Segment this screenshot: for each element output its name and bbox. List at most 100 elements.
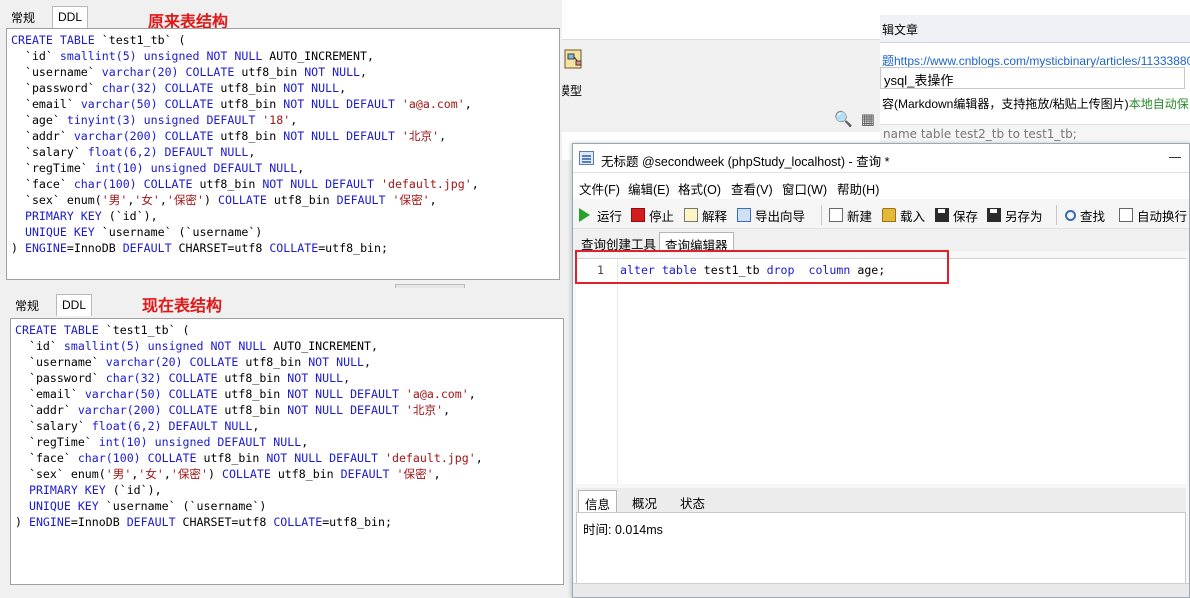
sql-text: AUTO_INCREMENT, <box>266 339 378 353</box>
sql-text: `id` <box>11 49 60 63</box>
menu-help[interactable]: 帮助(H) <box>837 179 879 198</box>
sql-text: `test1_tb` ( <box>94 33 186 47</box>
ddl-line: `regTime` int(10) unsigned DEFAULT NULL, <box>11 160 555 176</box>
tab-ddl[interactable]: DDL <box>52 6 89 28</box>
stop-button[interactable]: 停止 <box>631 206 674 224</box>
tab-status[interactable]: 状态 <box>674 490 711 512</box>
ddl-line: `age` tinyint(3) unsigned DEFAULT '18', <box>11 112 555 128</box>
wrap-label: 自动换行 <box>1137 209 1188 224</box>
sql-text: utf8_bin <box>192 177 263 191</box>
export-wizard-button[interactable]: 导出向导 <box>737 206 805 224</box>
ddl-line: CREATE TABLE `test1_tb` ( <box>15 322 559 338</box>
sql-text: `username` <box>11 65 102 79</box>
sql-text: , <box>464 97 472 111</box>
tab-general[interactable]: 常规 <box>10 294 44 316</box>
export-icon <box>737 208 751 222</box>
sql-string: '保密' <box>166 193 204 207</box>
ddl-line: `username` varchar(20) COLLATE utf8_bin … <box>15 354 559 370</box>
model-icon[interactable] <box>563 47 585 71</box>
query-title-bar[interactable]: 无标题 @secondweek (phpStudy_localhost) - 查… <box>573 144 1189 173</box>
explain-label: 解释 <box>702 209 728 224</box>
sql-string: '男' <box>105 467 132 481</box>
explain-icon <box>684 208 698 222</box>
minimize-icon[interactable] <box>1169 157 1181 158</box>
blog-title-input[interactable]: ysql_表操作 <box>880 67 1185 89</box>
export-label: 导出向导 <box>755 209 806 224</box>
sql-text: `email` <box>11 97 81 111</box>
blog-heading: 辑文章 <box>882 23 919 37</box>
sql-keyword: COLLATE <box>217 193 267 207</box>
ddl-line: UNIQUE KEY `username` (`username`) <box>15 498 559 514</box>
sql-text: CHARSET=utf8 <box>171 241 270 255</box>
word-wrap-button[interactable]: 自动换行 <box>1119 206 1187 224</box>
menu-edit[interactable]: 编辑(E) <box>628 179 670 198</box>
tab-ddl[interactable]: DDL <box>56 294 93 316</box>
line-gutter: 1 <box>576 259 618 484</box>
sql-text: ) <box>208 467 222 481</box>
sql-string: '18' <box>262 113 291 127</box>
sql-keyword: CREATE TABLE <box>11 33 95 47</box>
sql-keyword: NOT NULL DEFAULT <box>287 403 399 417</box>
result-tabs: 信息 概况 状态 <box>576 488 1186 512</box>
ddl-line: `sex` enum('男','女','保密') COLLATE utf8_bi… <box>15 466 559 482</box>
sql-keyword: DEFAULT <box>126 515 176 529</box>
ddl-code[interactable]: CREATE TABLE `test1_tb` ( `id` smallint(… <box>6 28 560 280</box>
find-button[interactable]: 查找 <box>1065 206 1105 224</box>
explain-button[interactable]: 解释 <box>684 206 727 224</box>
folder-icon <box>882 208 896 222</box>
tab-query-editor[interactable]: 查询编辑器 <box>659 232 734 253</box>
ddl-line: UNIQUE KEY `username` (`username`) <box>11 224 555 240</box>
ddl-line: `password` char(32) COLLATE utf8_bin NOT… <box>11 80 555 96</box>
ddl-line: CREATE TABLE `test1_tb` ( <box>11 32 555 48</box>
sql-text: `username` <box>15 355 106 369</box>
load-button[interactable]: 载入 <box>882 206 925 224</box>
sql-keyword: varchar(200) COLLATE <box>73 129 214 143</box>
menu-window[interactable]: 窗口(W) <box>782 179 827 198</box>
save-button[interactable]: 保存 <box>935 206 978 224</box>
tab-general[interactable]: 常规 <box>6 6 40 28</box>
sql-text: CHARSET=utf8 <box>175 515 274 529</box>
sql-keyword: DEFAULT <box>122 241 172 255</box>
ddl-line: `id` smallint(5) unsigned NOT NULL AUTO_… <box>15 338 559 354</box>
sql-text: , <box>159 193 167 207</box>
sql-keyword: UNIQUE KEY <box>28 499 99 513</box>
save-as-button[interactable]: 另存为 <box>987 206 1043 224</box>
tab-info[interactable]: 信息 <box>578 490 618 512</box>
sql-editor[interactable]: 1 alter table test1_tb drop column age; <box>576 258 1186 484</box>
ddl-line: `salary` float(6,2) DEFAULT NULL, <box>15 418 559 434</box>
sql-string: '北京' <box>405 403 444 417</box>
sql-keyword: PRIMARY KEY <box>11 209 102 223</box>
run-button[interactable]: 运行 <box>579 206 622 224</box>
sql-text: , <box>475 451 483 465</box>
sql-text: , <box>360 65 368 79</box>
sql-text: , <box>429 193 437 207</box>
sql-keyword: NOT NULL DEFAULT <box>283 97 395 111</box>
sql-text: utf8_bin <box>270 467 341 481</box>
tab-query-builder[interactable]: 查询创建工具 <box>576 232 661 252</box>
new-button[interactable]: 新建 <box>829 206 872 224</box>
search-icon[interactable]: 🔍 <box>834 110 861 128</box>
menu-view[interactable]: 查看(V) <box>731 179 773 198</box>
sql-text: utf8_bin <box>217 371 288 385</box>
sql-keyword: NOT NULL DEFAULT <box>266 451 378 465</box>
run-icon <box>579 208 590 222</box>
menu-file[interactable]: 文件(F) <box>579 179 620 198</box>
sql-text: `face` <box>15 451 78 465</box>
sql-text: , <box>433 467 441 481</box>
sql-text: `addr` <box>11 129 74 143</box>
sql-keyword: CREATE TABLE <box>15 323 99 337</box>
ddl-code[interactable]: CREATE TABLE `test1_tb` ( `id` smallint(… <box>10 318 564 585</box>
sql-text: , <box>443 403 451 417</box>
menu-format[interactable]: 格式(O) <box>678 179 721 198</box>
sql-text: (`id`), <box>105 483 162 497</box>
ddl-line: `regTime` int(10) unsigned DEFAULT NULL, <box>15 434 559 450</box>
original-ddl-panel: 常规 DDL 原来表结构 CREATE TABLE `test1_tb` ( `… <box>0 0 562 285</box>
blog-content-preview[interactable]: name table test2_tb to test1_tb; <box>880 124 1190 144</box>
ddl-line: PRIMARY KEY (`id`), <box>15 482 559 498</box>
sql-text: AUTO_INCREMENT, <box>262 49 374 63</box>
sql-text: , <box>343 371 351 385</box>
tab-profile[interactable]: 概况 <box>626 490 663 512</box>
sql-string: '女' <box>138 467 164 481</box>
